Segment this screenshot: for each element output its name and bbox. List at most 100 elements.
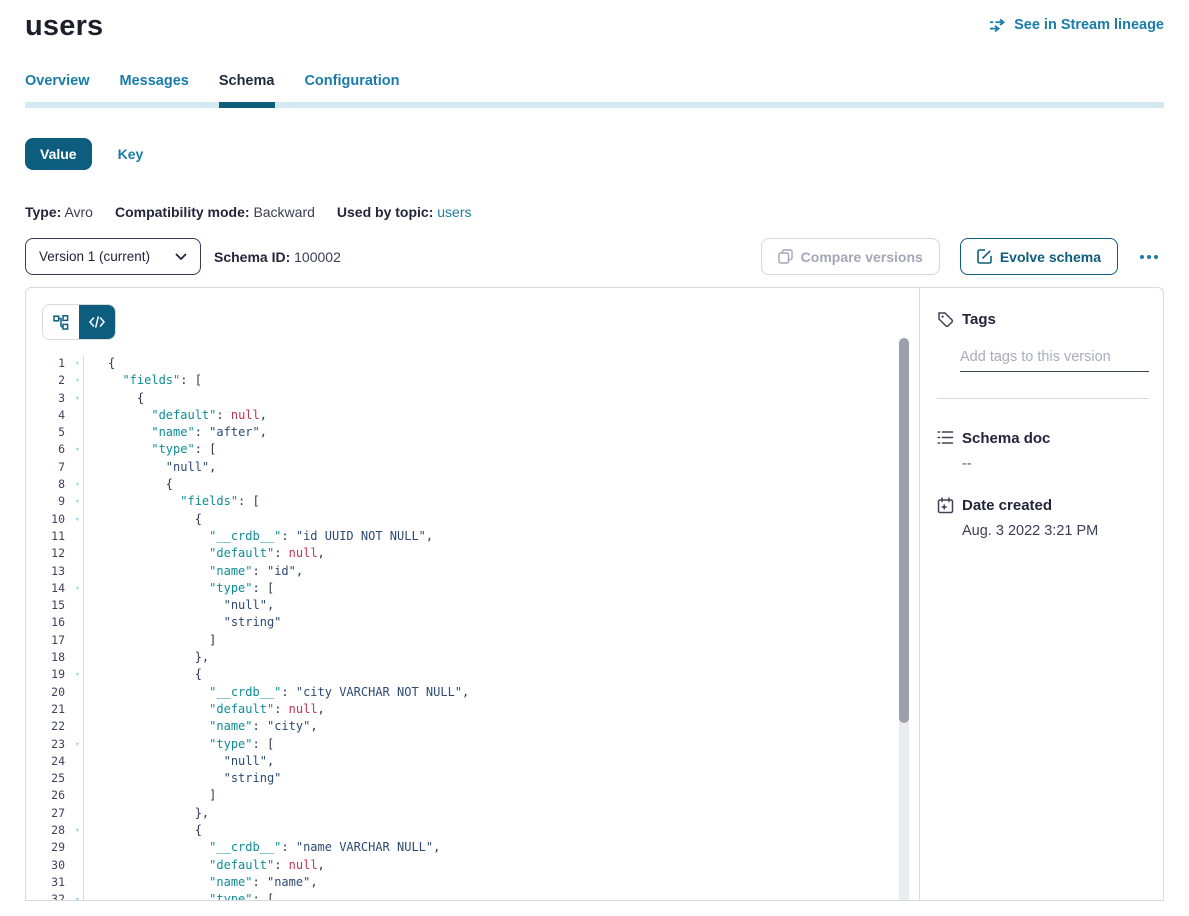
value-toggle-button[interactable]: Value: [25, 138, 92, 170]
line-number: 5: [26, 424, 83, 441]
code-line: "null",: [108, 753, 919, 770]
code-line: "name": "after",: [108, 424, 919, 441]
code-line: {: [108, 666, 919, 683]
list-icon: [937, 430, 954, 447]
line-number: 7: [26, 459, 83, 476]
code-view-button[interactable]: [79, 305, 115, 339]
tree-view-button[interactable]: [43, 305, 79, 339]
code-line: },: [108, 649, 919, 666]
fold-toggle-icon[interactable]: ▾: [75, 512, 80, 529]
tab-track: [25, 102, 1164, 108]
line-number: 10▾: [26, 511, 83, 528]
fold-toggle-icon[interactable]: ▾: [75, 737, 80, 754]
code-line: "null",: [108, 459, 919, 476]
editor-scrollbar-thumb[interactable]: [899, 338, 909, 723]
compare-versions-button[interactable]: Compare versions: [761, 238, 940, 275]
line-number: 31: [26, 874, 83, 891]
line-number: 30: [26, 857, 83, 874]
line-number: 11: [26, 528, 83, 545]
tab-configuration[interactable]: Configuration: [304, 73, 399, 102]
schema-meta-row: Type: Avro Compatibility mode: Backward …: [25, 204, 1164, 220]
line-number: 24: [26, 753, 83, 770]
code-line: "__crdb__": "city VARCHAR NOT NULL",: [108, 684, 919, 701]
compatibility-mode: Compatibility mode: Backward: [115, 204, 315, 220]
code-line: "name": "name",: [108, 874, 919, 891]
tab-messages[interactable]: Messages: [120, 73, 189, 102]
line-number: 17: [26, 632, 83, 649]
value-key-toggle: Value Key: [25, 138, 1164, 170]
schema-type-value: Avro: [64, 204, 93, 220]
fold-toggle-icon[interactable]: ▾: [75, 356, 80, 373]
fold-toggle-icon[interactable]: ▾: [75, 667, 80, 684]
sidebar-divider: [937, 398, 1149, 399]
used-by-topic-link[interactable]: users: [437, 204, 471, 220]
schema-panel: 1▾2▾3▾456▾78▾9▾10▾11121314▾1516171819▾20…: [25, 287, 1164, 901]
code-line: {: [108, 822, 919, 839]
schema-type: Type: Avro: [25, 204, 93, 220]
page-title: users: [25, 10, 103, 43]
code-line: "string": [108, 614, 919, 631]
code-line: "fields": [: [108, 493, 919, 510]
code-line: "type": [: [108, 891, 919, 900]
fold-toggle-icon[interactable]: ▾: [75, 373, 80, 390]
code-line: {: [108, 476, 919, 493]
line-number: 16: [26, 614, 83, 631]
fold-toggle-icon[interactable]: ▾: [75, 892, 80, 901]
schema-doc-value: --: [962, 456, 1149, 472]
see-in-stream-lineage-link[interactable]: See in Stream lineage: [989, 17, 1164, 33]
fold-toggle-icon[interactable]: ▾: [75, 581, 80, 598]
version-select-value: Version 1 (current): [39, 249, 150, 264]
code-line: "string": [108, 770, 919, 787]
line-number: 8▾: [26, 476, 83, 493]
code-line: {: [108, 390, 919, 407]
line-number: 6▾: [26, 441, 83, 458]
date-created-value: Aug. 3 2022 3:21 PM: [962, 523, 1149, 539]
fold-toggle-icon[interactable]: ▾: [75, 494, 80, 511]
code-line: "default": null,: [108, 701, 919, 718]
line-number: 15: [26, 597, 83, 614]
tab-schema[interactable]: Schema: [219, 73, 275, 102]
line-number: 18: [26, 649, 83, 666]
add-tags-input[interactable]: [960, 349, 1149, 372]
more-actions-button[interactable]: [1134, 251, 1164, 263]
evolve-schema-button[interactable]: Evolve schema: [960, 238, 1118, 275]
line-number: 20: [26, 684, 83, 701]
code-line: "name": "id",: [108, 563, 919, 580]
line-number: 4: [26, 407, 83, 424]
code-line: ]: [108, 632, 919, 649]
line-number: 22: [26, 718, 83, 735]
code-line: ]: [108, 787, 919, 804]
fold-toggle-icon[interactable]: ▾: [75, 442, 80, 459]
code-line: "type": [: [108, 736, 919, 753]
code-line: "default": null,: [108, 857, 919, 874]
code-line: "__crdb__": "id UUID NOT NULL",: [108, 528, 919, 545]
code-line: "type": [: [108, 441, 919, 458]
line-number: 3▾: [26, 390, 83, 407]
code-line: "null",: [108, 597, 919, 614]
tab-overview[interactable]: Overview: [25, 73, 90, 102]
stream-lineage-icon: [989, 18, 1007, 32]
version-select[interactable]: Version 1 (current): [25, 238, 201, 275]
editor-scrollbar-track[interactable]: [899, 338, 909, 900]
key-toggle-button[interactable]: Key: [118, 146, 144, 162]
code-line: "type": [: [108, 580, 919, 597]
code-line: "name": "city",: [108, 718, 919, 735]
ellipsis-icon: [1140, 255, 1144, 259]
fold-toggle-icon[interactable]: ▾: [75, 391, 80, 408]
fold-toggle-icon[interactable]: ▾: [75, 477, 80, 494]
editor-toolbar: [26, 288, 919, 340]
code-line: {: [108, 355, 919, 372]
code-editor-body[interactable]: 1▾2▾3▾456▾78▾9▾10▾11121314▾1516171819▾20…: [26, 355, 919, 900]
edit-icon: [977, 249, 992, 264]
code-line: "__crdb__": "name VARCHAR NULL",: [108, 839, 919, 856]
compare-versions-icon: [778, 249, 793, 264]
line-number: 29: [26, 839, 83, 856]
tag-icon: [937, 311, 954, 328]
tags-title: Tags: [962, 311, 996, 328]
fold-toggle-icon[interactable]: ▾: [75, 823, 80, 840]
line-number: 32▾: [26, 891, 83, 901]
schema-page: users See in Stream lineage Overview Mes…: [0, 0, 1189, 901]
schema-sidebar: Tags Schema doc --: [919, 288, 1163, 900]
used-by-topic: Used by topic: users: [337, 204, 472, 220]
schema-doc-section: Schema doc --: [937, 430, 1149, 472]
